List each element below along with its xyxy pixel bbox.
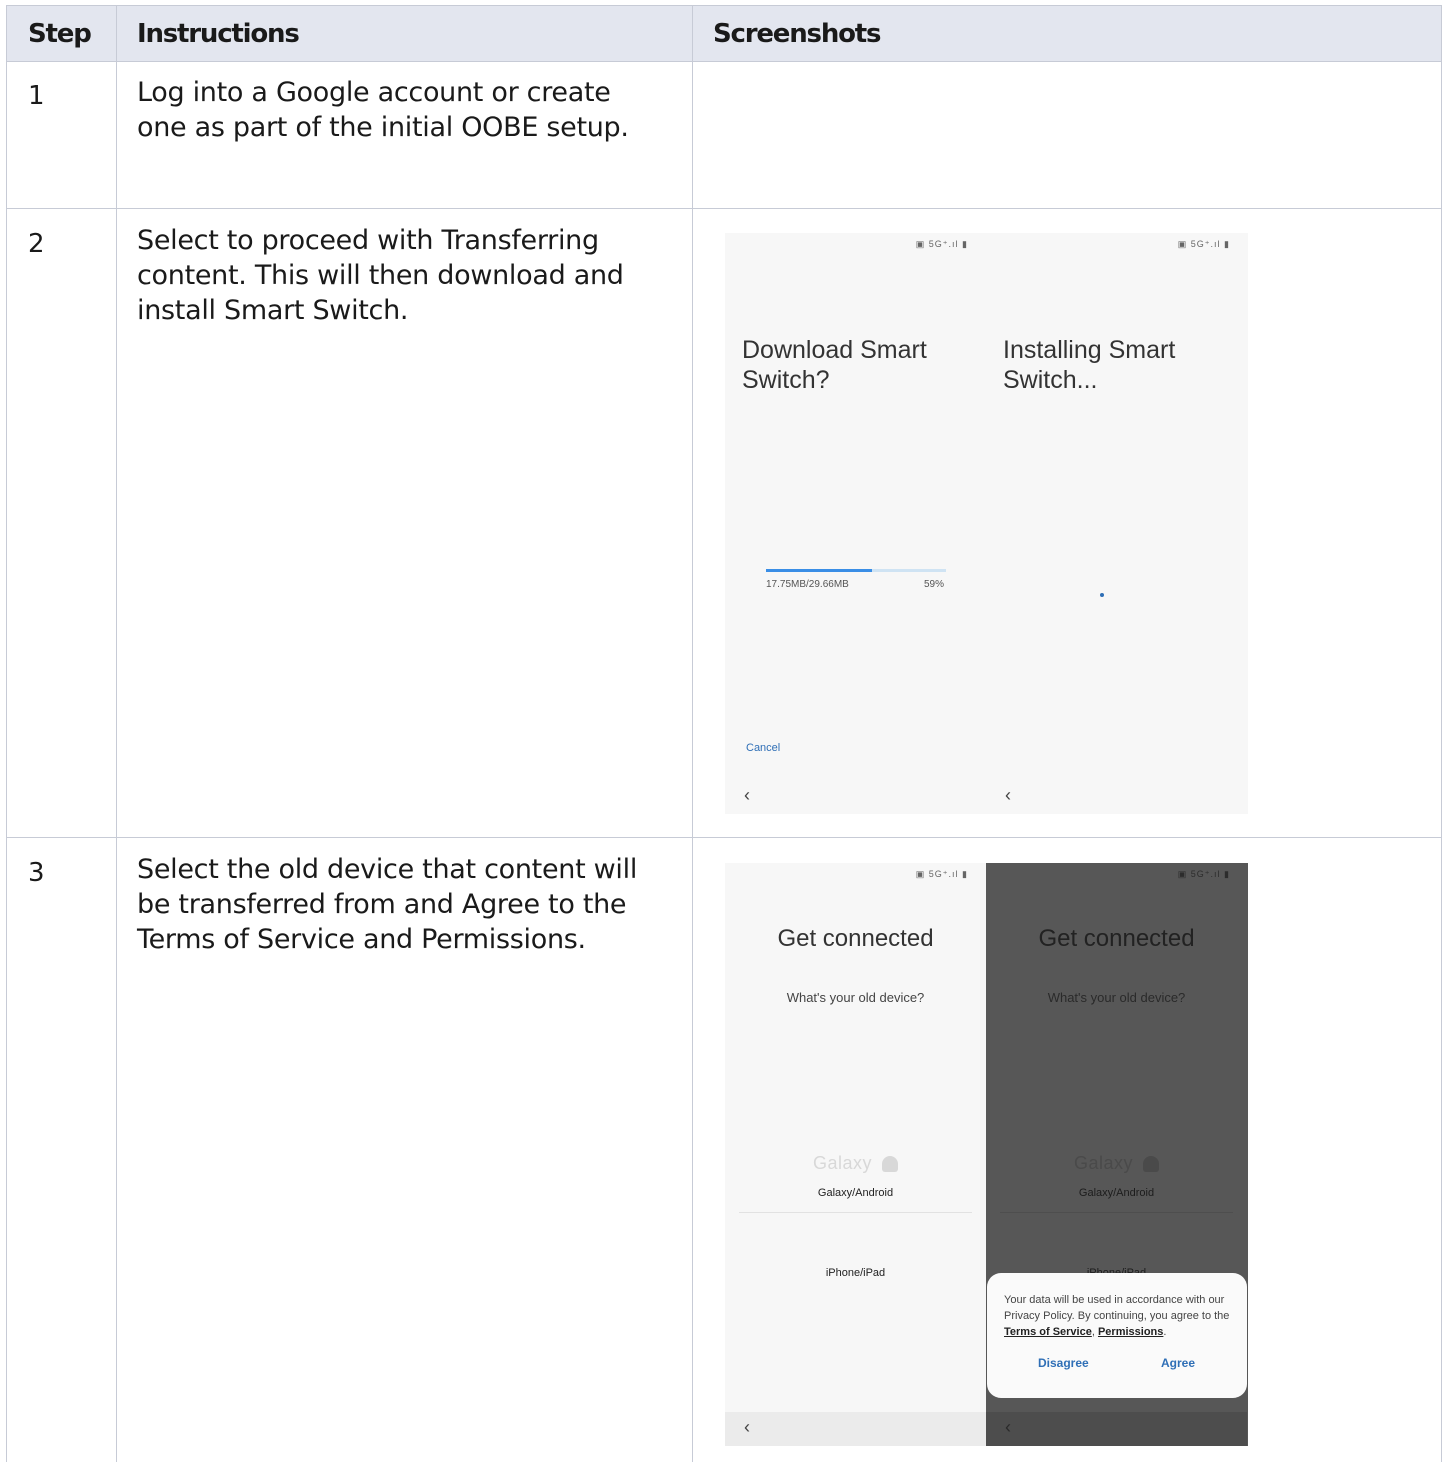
option-galaxy-android[interactable]: Galaxy/Android xyxy=(986,1187,1247,1199)
agree-button[interactable]: Agree xyxy=(1161,1356,1195,1370)
instructions-table: Step Instructions Screenshots 1 Log into… xyxy=(6,5,1442,1462)
screen-title: Installing Smart Switch... xyxy=(1003,336,1176,394)
galaxy-logo: Galaxy xyxy=(986,1153,1247,1174)
privacy-notice-text: Your data will be used in accordance wit… xyxy=(1004,1294,1230,1322)
step-number: 1 xyxy=(28,81,45,111)
option-divider xyxy=(1000,1212,1233,1213)
back-icon[interactable]: ‹ xyxy=(744,1417,750,1438)
loading-spinner-icon xyxy=(1100,593,1104,597)
navigation-bar xyxy=(986,1412,1247,1446)
row-divider-1 xyxy=(6,208,1442,209)
status-bar: ▣ 5G⁺.ıl ▮ xyxy=(915,869,968,879)
status-bar: ▣ 5G⁺.ıl ▮ xyxy=(1177,239,1230,249)
grid-line-right xyxy=(1441,5,1442,1462)
screenshot-get-connected: ▣ 5G⁺.ıl ▮ Get connected What's your old… xyxy=(725,863,986,1446)
download-percent-text: 59% xyxy=(924,579,945,590)
grid-line-left xyxy=(6,5,7,1462)
step-number: 3 xyxy=(28,858,45,888)
android-icon xyxy=(882,1156,899,1173)
row-divider-2 xyxy=(6,837,1442,838)
terms-of-service-link[interactable]: Terms of Service xyxy=(1004,1326,1092,1338)
screenshot-installing-smart-switch: ▣ 5G⁺.ıl ▮ Installing Smart Switch... ‹ xyxy=(986,233,1248,814)
option-iphone-ipad[interactable]: iPhone/iPad xyxy=(725,1267,986,1279)
option-galaxy-android[interactable]: Galaxy/Android xyxy=(725,1187,986,1199)
instruction-text: Log into a Google account or create one … xyxy=(137,77,629,143)
screen-title: Get connected xyxy=(777,925,934,952)
grid-line-step xyxy=(116,5,117,1462)
back-icon[interactable]: ‹ xyxy=(744,785,750,806)
option-divider xyxy=(739,1212,972,1213)
android-icon xyxy=(1143,1156,1160,1173)
header-step: Step xyxy=(28,19,92,49)
instruction-text: Select to proceed with Transferring cont… xyxy=(137,225,624,326)
screen-title: Get connected xyxy=(1038,925,1195,952)
screenshot-download-smart-switch: ▣ 5G⁺.ıl ▮ Download Smart Switch? 17.75M… xyxy=(725,233,986,814)
download-size-text: 17.75MB/29.66MB xyxy=(766,579,849,590)
cancel-button[interactable]: Cancel xyxy=(746,742,780,754)
screenshot-terms-dialog: ▣ 5G⁺.ıl ▮ Get connected What's your old… xyxy=(986,863,1248,1446)
terms-dialog: Your data will be used in accordance wit… xyxy=(987,1273,1247,1398)
screen-subtitle: What's your old device? xyxy=(1047,990,1186,1005)
instruction-text: Select the old device that content will … xyxy=(137,854,638,955)
disagree-button[interactable]: Disagree xyxy=(1038,1356,1089,1370)
galaxy-logo-text: Galaxy xyxy=(812,1153,873,1173)
status-bar: ▣ 5G⁺.ıl ▮ xyxy=(1177,869,1230,879)
screen-title: Download Smart Switch? xyxy=(742,336,927,394)
step-number: 2 xyxy=(28,229,45,259)
terms-dialog-text: Your data will be used in accordance wit… xyxy=(1004,1292,1236,1340)
table-header: Step Instructions Screenshots xyxy=(6,5,1442,62)
back-icon[interactable]: ‹ xyxy=(1005,1417,1011,1438)
download-progress-bar xyxy=(766,569,946,572)
status-bar: ▣ 5G⁺.ıl ▮ xyxy=(915,239,968,249)
header-instructions: Instructions xyxy=(137,19,300,49)
permissions-link[interactable]: Permissions xyxy=(1098,1326,1163,1338)
period-text: . xyxy=(1163,1326,1167,1338)
navigation-bar xyxy=(725,1412,986,1446)
download-progress-fill xyxy=(766,569,873,572)
galaxy-logo-text: Galaxy xyxy=(1073,1153,1134,1173)
header-screenshots: Screenshots xyxy=(713,19,881,49)
back-icon[interactable]: ‹ xyxy=(1005,785,1011,806)
galaxy-logo: Galaxy xyxy=(725,1153,986,1174)
screen-subtitle: What's your old device? xyxy=(786,990,925,1005)
grid-line-instructions xyxy=(692,5,693,1462)
